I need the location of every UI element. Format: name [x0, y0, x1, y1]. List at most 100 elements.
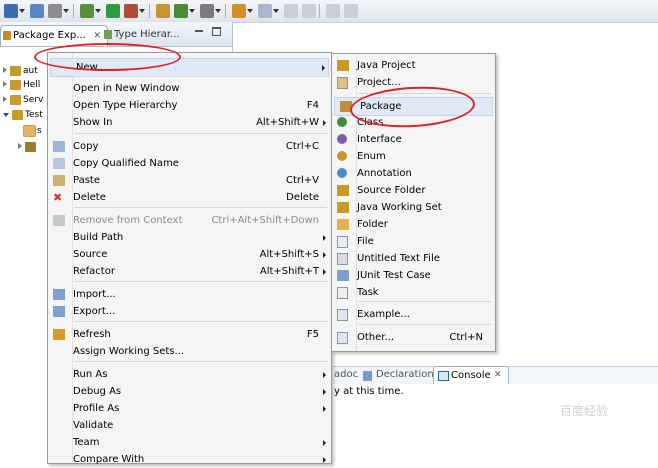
tab-declaration[interactable]: Declaration — [376, 369, 434, 380]
new-item-java-working-set[interactable]: Java Working Set — [332, 199, 495, 216]
tab-console-wrap[interactable]: Console ✕ — [433, 366, 509, 385]
submenu-arrow-icon — [323, 389, 326, 395]
menu-item-compare-with[interactable]: Compare With — [48, 451, 331, 468]
menu-item-refresh[interactable]: Refresh F5 — [48, 326, 331, 343]
menu-item-paste[interactable]: Paste Ctrl+V — [48, 172, 331, 189]
open-type-icon[interactable] — [200, 4, 214, 18]
menu-item-profile-as[interactable]: Profile As — [48, 400, 331, 417]
submenu-arrow-icon — [323, 372, 326, 378]
dropdown-arrow-icon[interactable] — [63, 9, 69, 13]
menu-item-remove-from-context[interactable]: Remove from Context Ctrl+Alt+Shift+Down — [48, 212, 331, 229]
back-icon[interactable] — [326, 4, 340, 18]
save-icon[interactable] — [30, 4, 44, 18]
run-icon[interactable] — [106, 4, 120, 18]
print-icon[interactable] — [48, 4, 62, 18]
menu-item-shortcut: F5 — [306, 329, 319, 340]
new-item-interface[interactable]: Interface — [332, 131, 495, 148]
menu-item-shortcut: Ctrl+Alt+Shift+Down — [211, 215, 319, 226]
menu-item-label: Java Working Set — [357, 202, 442, 213]
folder-icon — [337, 219, 349, 230]
menu-item-refactor[interactable]: Refactor Alt+Shift+T — [48, 263, 331, 280]
external-tools-icon[interactable] — [124, 4, 138, 18]
collapsed-arrow-icon[interactable] — [18, 143, 22, 149]
tree-item[interactable]: s — [23, 124, 42, 138]
tab-javadoc[interactable]: adoc — [334, 369, 358, 380]
new-icon[interactable] — [4, 4, 18, 18]
menu-item-validate[interactable]: Validate — [48, 417, 331, 434]
menu-item-debug-as[interactable]: Debug As — [48, 383, 331, 400]
menu-item-import[interactable]: Import... — [48, 286, 331, 303]
new-item-annotation[interactable]: Annotation — [332, 165, 495, 182]
new-java-class-icon[interactable] — [174, 4, 188, 18]
new-item-java-project[interactable]: Java Project — [332, 57, 495, 74]
collapsed-arrow-icon[interactable] — [3, 81, 7, 87]
menu-item-label: Example... — [357, 309, 410, 320]
new-item-enum[interactable]: Enum — [332, 148, 495, 165]
java-project-icon — [337, 60, 349, 71]
new-item-untitled-text-file[interactable]: Untitled Text File — [332, 250, 495, 267]
annotation-oval-new — [34, 43, 181, 71]
tree-item[interactable]: Test — [3, 108, 43, 122]
submenu-arrow-icon — [323, 235, 326, 241]
menu-item-copy-qualified-name[interactable]: Copy Qualified Name — [48, 155, 331, 172]
collapsed-arrow-icon[interactable] — [3, 67, 7, 73]
expanded-arrow-icon[interactable] — [3, 113, 9, 117]
menu-item-copy[interactable]: Copy Ctrl+C — [48, 138, 331, 155]
tree-item[interactable]: Hell — [3, 78, 40, 92]
new-item-folder[interactable]: Folder — [332, 216, 495, 233]
menu-item-assign-working-sets[interactable]: Assign Working Sets... — [48, 343, 331, 360]
tree-item-label: s — [37, 126, 42, 136]
menu-item-show-in[interactable]: Show In Alt+Shift+W — [48, 114, 331, 131]
minimize-icon[interactable] — [195, 30, 203, 32]
project-folder-icon — [10, 94, 21, 105]
toolbar-separator — [73, 4, 74, 18]
menu-item-shortcut: Alt+Shift+T — [259, 266, 319, 277]
new-item-example[interactable]: Example... — [332, 306, 495, 323]
next-annotation-icon[interactable] — [284, 4, 298, 18]
tab-package-explorer-label: Package Exp... — [13, 30, 86, 41]
menu-item-open-type-hierarchy[interactable]: Open Type Hierarchy F4 — [48, 97, 331, 114]
tab-type-hierarchy[interactable]: Type Hierar... — [100, 25, 180, 45]
menu-item-label: Enum — [357, 151, 386, 162]
tree-item[interactable] — [18, 140, 38, 154]
menu-item-source[interactable]: Source Alt+Shift+S — [48, 246, 331, 263]
annotation-icon[interactable] — [258, 4, 272, 18]
new-item-other[interactable]: Other... Ctrl+N — [332, 329, 495, 346]
new-item-source-folder[interactable]: Source Folder — [332, 182, 495, 199]
dropdown-arrow-icon[interactable] — [273, 9, 279, 13]
prev-annotation-icon[interactable] — [302, 4, 316, 18]
toolbar-separator — [149, 4, 150, 18]
dropdown-arrow-icon[interactable] — [139, 9, 145, 13]
tree-item[interactable]: Serv — [3, 93, 43, 107]
dropdown-arrow-icon[interactable] — [19, 9, 25, 13]
menu-item-run-as[interactable]: Run As — [48, 366, 331, 383]
new-java-package-icon[interactable] — [156, 4, 170, 18]
collapsed-arrow-icon[interactable] — [3, 96, 7, 102]
menu-item-label: Other... — [357, 332, 395, 343]
tree-item[interactable]: aut — [3, 64, 38, 78]
dropdown-arrow-icon[interactable] — [215, 9, 221, 13]
dropdown-arrow-icon[interactable] — [189, 9, 195, 13]
menu-item-export[interactable]: Export... — [48, 303, 331, 320]
working-set-icon — [337, 202, 349, 213]
menu-item-label: Assign Working Sets... — [73, 346, 185, 357]
new-item-task[interactable]: Task — [332, 284, 495, 301]
menu-item-shortcut: Ctrl+C — [285, 141, 319, 152]
menu-item-team[interactable]: Team — [48, 434, 331, 451]
new-item-junit-test-case[interactable]: JUnit Test Case — [332, 267, 495, 284]
dropdown-arrow-icon[interactable] — [95, 9, 101, 13]
menu-item-label: Java Project — [357, 60, 416, 71]
debug-icon[interactable] — [80, 4, 94, 18]
menu-item-delete[interactable]: ✖ Delete Delete — [48, 189, 331, 206]
menu-item-shortcut: F4 — [306, 100, 319, 111]
search-icon[interactable] — [232, 4, 246, 18]
dropdown-arrow-icon[interactable] — [247, 9, 253, 13]
close-icon[interactable]: ✕ — [494, 370, 502, 380]
menu-item-open-in-new-window[interactable]: Open in New Window — [48, 80, 331, 97]
menu-separator — [74, 361, 327, 362]
maximize-icon[interactable] — [212, 27, 221, 36]
submenu-arrow-icon — [322, 65, 325, 71]
new-item-file[interactable]: File — [332, 233, 495, 250]
menu-item-build-path[interactable]: Build Path — [48, 229, 331, 246]
forward-icon[interactable] — [344, 4, 358, 18]
